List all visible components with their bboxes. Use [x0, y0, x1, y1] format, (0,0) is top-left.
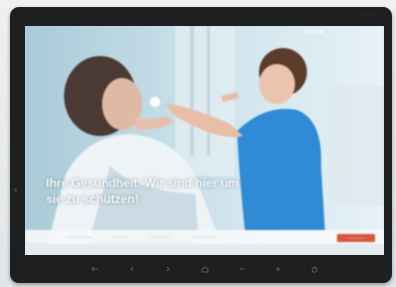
next-icon[interactable] — [163, 264, 173, 274]
bottom-strip — [25, 244, 384, 255]
nav-item-1[interactable]: ——————— — [67, 235, 92, 239]
window-frame — [190, 26, 194, 156]
tablet-screen[interactable]: KLINIK Ihre Gesundheit: Wir sind hier um… — [25, 26, 384, 255]
camera-sensor — [14, 188, 17, 192]
hardware-controls — [90, 263, 320, 275]
hero-photo — [25, 26, 384, 255]
otoscope — [150, 97, 160, 107]
bg-furniture — [330, 86, 384, 206]
window-frame-2 — [207, 26, 210, 156]
tablet-device: · · · · · KLINIK Ihre Gesundheit: Wir si… — [10, 7, 392, 283]
cta-button[interactable]: ————— — [337, 234, 375, 242]
child-shirt — [237, 108, 325, 231]
volume-down-icon[interactable] — [237, 264, 247, 274]
hero-headline: Ihre Gesundheit: Wir sind hier um sie zu… — [46, 175, 266, 207]
hero-logo: KLINIK — [304, 30, 324, 36]
nav-item-3[interactable]: —————— — [150, 235, 171, 239]
volume-up-icon[interactable] — [273, 264, 283, 274]
previous-icon[interactable] — [127, 264, 137, 274]
child-face — [259, 64, 295, 104]
back-icon[interactable] — [90, 264, 100, 274]
brand-label: · · · · · — [362, 12, 378, 17]
home-icon[interactable] — [200, 264, 210, 274]
power-icon[interactable] — [310, 264, 320, 274]
site-navbar: ——————— ———— —————— ——————— — [25, 230, 384, 244]
headline-line-1: Ihre Gesundheit: Wir sind hier um — [46, 176, 239, 190]
headline-line-2: sie zu schützen! — [46, 192, 139, 206]
nav-item-4[interactable]: ——————— — [193, 235, 218, 239]
nav-item-2[interactable]: ———— — [114, 235, 128, 239]
